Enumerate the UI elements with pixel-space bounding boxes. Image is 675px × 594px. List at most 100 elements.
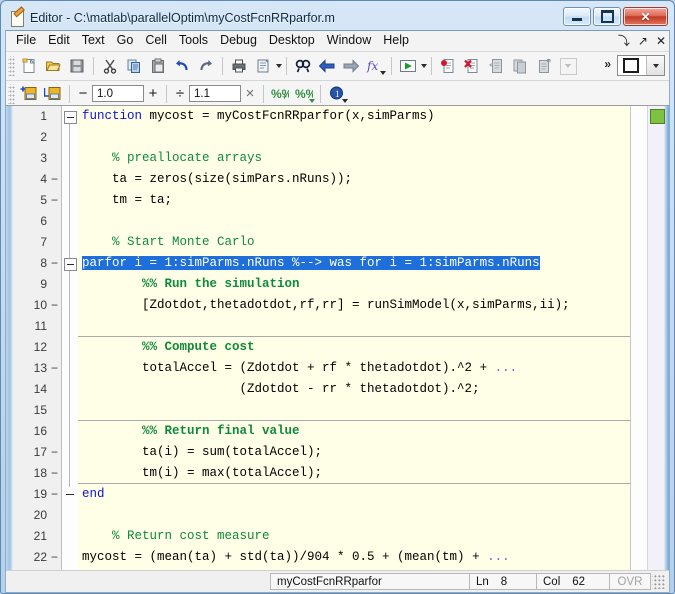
forward-button[interactable] <box>339 54 363 78</box>
toolbar-grip[interactable] <box>8 56 15 76</box>
help-info-button[interactable]: 1 <box>325 82 349 106</box>
code-line[interactable]: % Return cost measure <box>78 526 630 547</box>
resize-grip[interactable] <box>652 575 666 589</box>
code-line[interactable]: ta = zeros(size(simPars.nRuns)); <box>78 169 630 190</box>
fold-toggle-icon[interactable] <box>64 258 77 271</box>
executable-line-marker[interactable]: − <box>51 463 58 484</box>
executable-line-marker[interactable]: − <box>51 295 58 316</box>
executable-line-marker[interactable]: − <box>51 169 58 190</box>
step-out-button[interactable] <box>532 54 556 78</box>
insert-cell-at-selection-button[interactable] <box>41 82 65 106</box>
executable-line-marker[interactable]: − <box>51 358 58 379</box>
menu-help[interactable]: Help <box>377 32 415 50</box>
multiply-button[interactable]: × <box>241 86 259 101</box>
code-line[interactable]: % preallocate arrays <box>78 148 630 169</box>
code-line[interactable]: end <box>78 484 630 505</box>
code-line[interactable]: %% Run the simulation <box>78 274 630 295</box>
clear-breakpoints-button[interactable] <box>460 54 484 78</box>
vertical-scrollbar[interactable] <box>647 106 664 571</box>
menu-go[interactable]: Go <box>111 32 140 50</box>
step-button[interactable] <box>484 54 508 78</box>
code-line[interactable]: tm(i) = max(totalAccel); <box>78 463 630 484</box>
code-line[interactable] <box>78 127 630 148</box>
code-line[interactable]: % Start Monte Carlo <box>78 232 630 253</box>
menu-tools[interactable]: Tools <box>173 32 214 50</box>
run-dropdown-caret[interactable] <box>421 64 427 68</box>
back-button[interactable] <box>315 54 339 78</box>
mlint-status-indicator[interactable] <box>650 109 665 124</box>
toolbar-overflow-button[interactable]: » <box>604 57 611 71</box>
menu-debug[interactable]: Debug <box>214 32 263 50</box>
minimize-button[interactable] <box>563 7 591 26</box>
code-text-area[interactable]: function mycost = myCostFcnRRparfor(x,si… <box>78 106 630 571</box>
redo-button[interactable] <box>194 54 218 78</box>
divide-button[interactable]: ÷ <box>171 86 189 101</box>
comment-token: % Return cost measure <box>82 529 270 543</box>
code-line[interactable] <box>78 211 630 232</box>
set-breakpoint-button[interactable] <box>436 54 460 78</box>
menu-text[interactable]: Text <box>76 32 111 50</box>
menu-window[interactable]: Window <box>321 32 377 50</box>
close-window-button[interactable]: ✕ <box>623 7 668 26</box>
executable-line-marker[interactable]: − <box>51 190 58 211</box>
print-preview-button[interactable] <box>251 54 275 78</box>
print-button[interactable] <box>227 54 251 78</box>
cut-button[interactable] <box>98 54 122 78</box>
code-line[interactable] <box>78 400 630 421</box>
copy-button[interactable] <box>122 54 146 78</box>
function-browser-button[interactable]: fx <box>363 54 387 78</box>
decrease-multiplier-button[interactable]: − <box>74 86 92 101</box>
find-button[interactable] <box>291 54 315 78</box>
undo-button[interactable] <box>170 54 194 78</box>
evaluate-cell-advance-button[interactable]: %% <box>292 82 316 106</box>
fold-toggle-icon[interactable] <box>64 111 77 124</box>
code-line[interactable] <box>78 505 630 526</box>
line-number-gutter[interactable]: 1234−5−678−910−111213−14151617−18−19−202… <box>13 106 62 571</box>
fold-guide-line <box>69 116 70 487</box>
print-dropdown-caret[interactable] <box>276 64 282 68</box>
code-line[interactable]: function mycost = myCostFcnRRparfor(x,si… <box>78 106 630 127</box>
layout-dropdown-arrow[interactable] <box>646 56 664 75</box>
insert-cell-button[interactable] <box>17 82 41 106</box>
code-line[interactable] <box>78 316 630 337</box>
code-line[interactable]: ta(i) = sum(totalAccel); <box>78 442 630 463</box>
layout-combo[interactable] <box>617 55 665 76</box>
menu-desktop[interactable]: Desktop <box>263 32 321 50</box>
new-file-button[interactable] <box>17 54 41 78</box>
executable-line-marker[interactable]: − <box>51 547 58 568</box>
undock-icon[interactable]: ⤵ <box>618 35 630 47</box>
code-line[interactable]: [Zdotdot,thetadotdot,rf,rr] = runSimMode… <box>78 295 630 316</box>
executable-line-marker[interactable]: − <box>51 442 58 463</box>
step-in-button[interactable] <box>508 54 532 78</box>
code-line[interactable]: %% Return final value <box>78 421 630 442</box>
status-overwrite-mode[interactable]: OVR <box>609 573 651 590</box>
float-icon[interactable]: ↗ <box>638 35 648 47</box>
evaluate-cell-button[interactable]: %%+ <box>268 82 292 106</box>
fold-toggle-icon[interactable] <box>64 489 75 500</box>
menu-cell[interactable]: Cell <box>139 32 173 50</box>
menu-edit[interactable]: Edit <box>42 32 76 50</box>
code-folding-column[interactable] <box>62 106 78 571</box>
code-line[interactable]: totalAccel = (Zdotdot + rf * thetadotdot… <box>78 358 630 379</box>
code-line[interactable]: parfor i = 1:simParms.nRuns %--> was for… <box>78 253 630 274</box>
status-line: Ln 8 <box>469 573 537 590</box>
cell-toolbar-grip[interactable] <box>8 84 15 104</box>
code-line[interactable]: mycost = (mean(ta) + std(ta))/904 * 0.5 … <box>78 547 630 568</box>
open-file-button[interactable] <box>41 54 65 78</box>
run-button[interactable] <box>396 54 420 78</box>
save-button[interactable] <box>65 54 89 78</box>
exit-debug-button[interactable] <box>556 54 580 78</box>
executable-line-marker[interactable]: − <box>51 484 58 505</box>
line-number: 11 <box>13 316 61 337</box>
code-line[interactable]: (Zdotdot - rr * thetadotdot).^2; <box>78 379 630 400</box>
close-panel-icon[interactable]: ✕ <box>656 35 666 47</box>
code-line[interactable]: %% Compute cost <box>78 337 630 358</box>
increase-multiplier-button[interactable]: + <box>144 86 162 101</box>
code-line[interactable]: tm = ta; <box>78 190 630 211</box>
multiplier-input[interactable]: 1.0 <box>92 85 144 102</box>
menu-file[interactable]: File <box>10 32 42 50</box>
paste-button[interactable] <box>146 54 170 78</box>
divisor-input[interactable]: 1.1 <box>189 85 241 102</box>
maximize-button[interactable] <box>593 7 621 26</box>
executable-line-marker[interactable]: − <box>51 253 58 274</box>
